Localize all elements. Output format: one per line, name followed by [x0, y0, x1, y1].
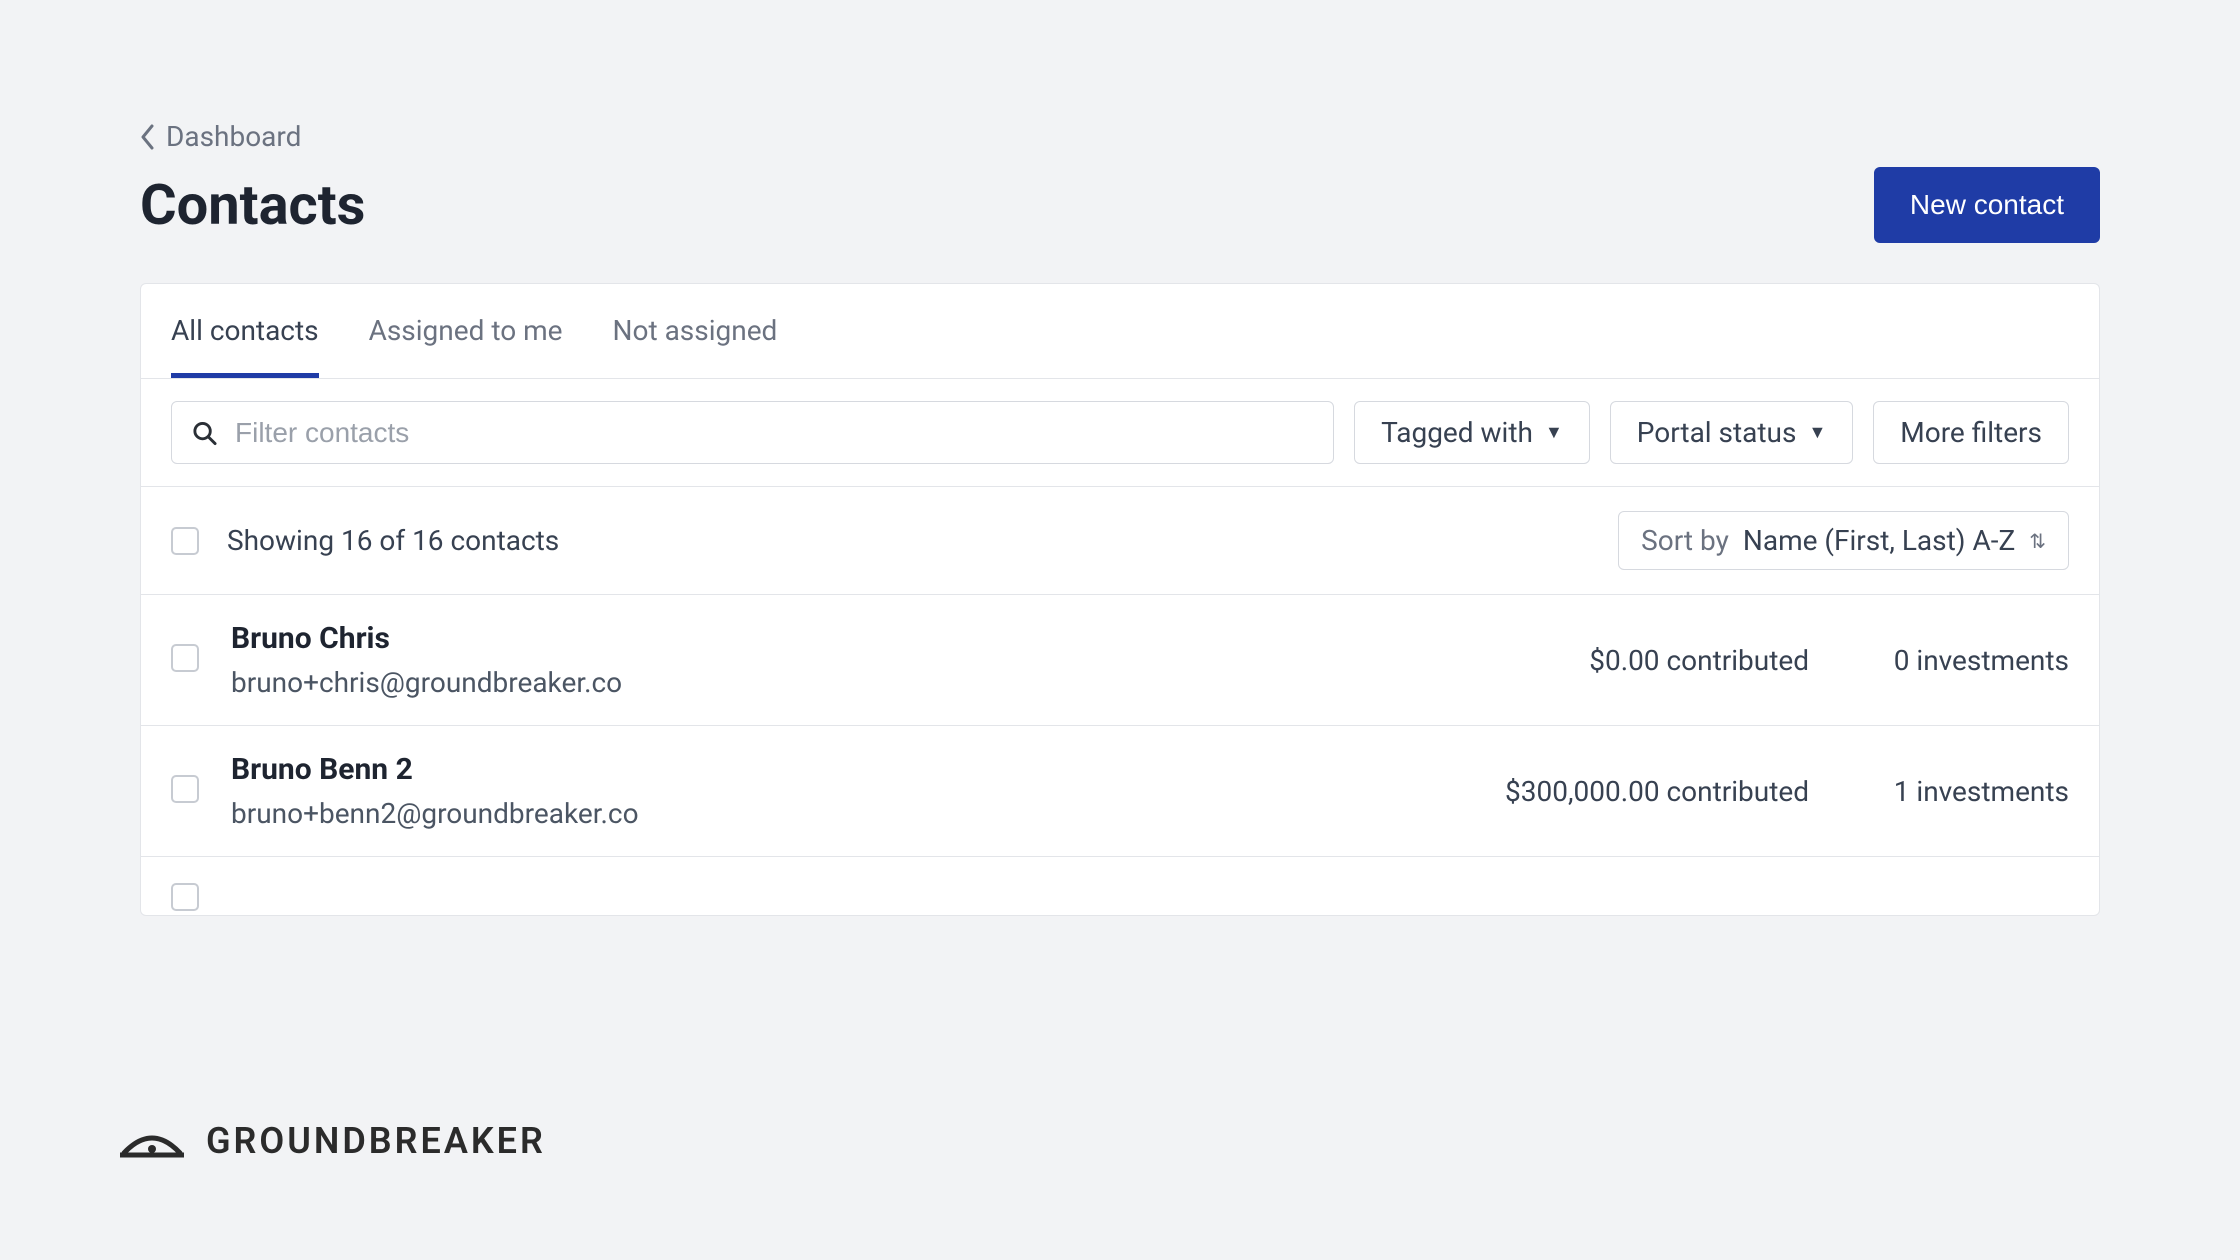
tagged-with-label: Tagged with [1381, 416, 1533, 449]
contact-email: bruno+benn2@groundbreaker.co [231, 797, 1409, 830]
contacts-panel: All contacts Assigned to me Not assigned… [140, 283, 2100, 916]
brand-name: GROUNDBREAKER [206, 1120, 546, 1162]
contact-name: Bruno Chris [231, 621, 1409, 656]
contact-investments: 0 investments [1809, 644, 2069, 677]
filters-row: Tagged with ▼ Portal status ▼ More filte… [141, 379, 2099, 487]
tab-assigned-to-me[interactable]: Assigned to me [369, 314, 563, 378]
portal-status-label: Portal status [1637, 416, 1797, 449]
portal-status-filter[interactable]: Portal status ▼ [1610, 401, 1854, 464]
row-checkbox[interactable] [171, 775, 199, 803]
breadcrumb-label: Dashboard [166, 120, 301, 153]
breadcrumb-dashboard[interactable]: Dashboard [140, 120, 301, 153]
caret-down-icon: ▼ [1545, 422, 1563, 443]
contact-name: Bruno Benn 2 [231, 752, 1409, 787]
more-filters-label: More filters [1900, 416, 2042, 449]
contact-row-partial [141, 857, 2099, 915]
sort-arrows-icon: ⇅ [2029, 529, 2046, 553]
showing-count: Showing 16 of 16 contacts [227, 524, 559, 557]
caret-down-icon: ▼ [1808, 422, 1826, 443]
contact-contributed: $0.00 contributed [1409, 644, 1809, 677]
row-checkbox[interactable] [171, 883, 199, 911]
brand-logo: GROUNDBREAKER [120, 1120, 546, 1162]
sort-select[interactable]: Sort by Name (First, Last) A-Z ⇅ [1618, 511, 2069, 570]
sort-value: Name (First, Last) A-Z [1743, 524, 2015, 557]
search-wrap [171, 401, 1334, 464]
sort-prefix: Sort by [1641, 524, 1729, 557]
summary-row: Showing 16 of 16 contacts Sort by Name (… [141, 487, 2099, 595]
select-all-checkbox[interactable] [171, 527, 199, 555]
contact-investments: 1 investments [1809, 775, 2069, 808]
tabs-bar: All contacts Assigned to me Not assigned [141, 284, 2099, 379]
tab-all-contacts[interactable]: All contacts [171, 314, 319, 378]
search-icon [192, 420, 217, 446]
filter-contacts-input[interactable] [235, 417, 1313, 449]
row-checkbox[interactable] [171, 644, 199, 672]
groundbreaker-icon [120, 1121, 184, 1161]
contact-row[interactable]: Bruno Chris bruno+chris@groundbreaker.co… [141, 595, 2099, 726]
contact-email: bruno+chris@groundbreaker.co [231, 666, 1409, 699]
new-contact-button[interactable]: New contact [1874, 167, 2100, 243]
contact-contributed: $300,000.00 contributed [1409, 775, 1809, 808]
fade-overlay [140, 940, 2100, 1000]
tagged-with-filter[interactable]: Tagged with ▼ [1354, 401, 1590, 464]
contact-row[interactable]: Bruno Benn 2 bruno+benn2@groundbreaker.c… [141, 726, 2099, 857]
tab-not-assigned[interactable]: Not assigned [613, 314, 778, 378]
chevron-left-icon [140, 124, 156, 150]
page-title: Contacts [140, 172, 365, 238]
more-filters-button[interactable]: More filters [1873, 401, 2069, 464]
